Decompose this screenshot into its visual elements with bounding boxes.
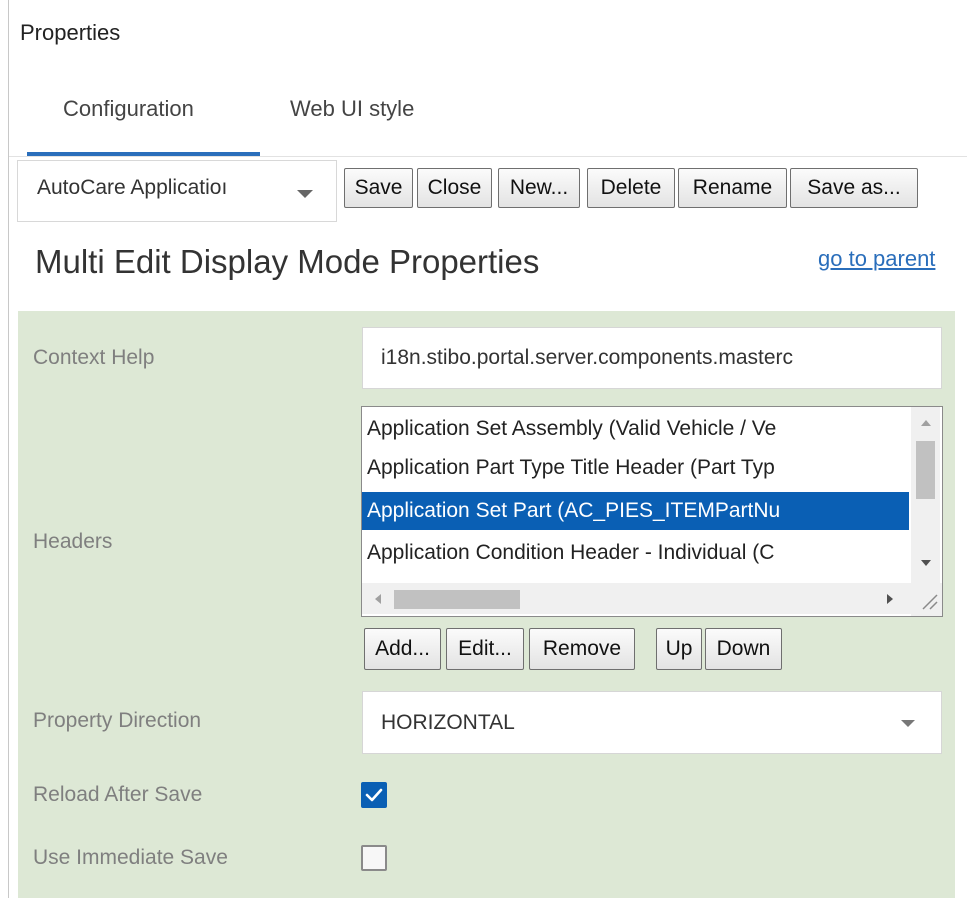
horizontal-scrollbar[interactable]: [362, 583, 911, 614]
context-help-label: Context Help: [33, 346, 155, 369]
vertical-scrollbar[interactable]: [911, 407, 940, 583]
list-item[interactable]: Application Set Assembly (Valid Vehicle …: [362, 410, 909, 448]
resize-handle[interactable]: [911, 583, 942, 616]
reload-after-save-checkbox[interactable]: [361, 782, 387, 808]
scroll-down-arrow-icon[interactable]: [921, 560, 931, 566]
property-direction-label: Property Direction: [33, 709, 202, 732]
use-immediate-save-checkbox[interactable]: [361, 845, 387, 871]
resize-grip-icon: [922, 594, 938, 610]
move-down-button[interactable]: Down: [705, 628, 782, 670]
scroll-left-arrow-icon[interactable]: [375, 594, 381, 604]
edit-header-button[interactable]: Edit...: [446, 628, 524, 670]
list-item[interactable]: Application Condition Header - Individua…: [362, 534, 909, 572]
chevron-down-icon: [901, 720, 915, 727]
new-button[interactable]: New...: [498, 168, 580, 208]
list-item[interactable]: Application Part Type Title Header (Part…: [362, 449, 909, 487]
add-header-button[interactable]: Add...: [364, 628, 441, 670]
move-up-button[interactable]: Up: [656, 628, 702, 670]
tab-web-ui-style[interactable]: Web UI style: [290, 96, 414, 122]
property-direction-value: HORIZONTAL: [381, 711, 515, 734]
panel-title: Properties: [20, 20, 121, 45]
reload-after-save-label: Reload After Save: [33, 783, 203, 806]
list-item-selected[interactable]: Application Set Part (AC_PIES_ITEMPartNu: [362, 492, 909, 530]
delete-button[interactable]: Delete: [587, 168, 675, 208]
close-button[interactable]: Close: [417, 168, 492, 208]
save-button[interactable]: Save: [344, 168, 413, 208]
chevron-down-icon: [297, 190, 313, 198]
rename-button[interactable]: Rename: [678, 168, 787, 208]
page-title: Multi Edit Display Mode Properties: [35, 243, 540, 280]
headers-label: Headers: [33, 530, 113, 553]
configuration-select-value: AutoCare Applicatioı: [37, 176, 228, 199]
tab-divider: [9, 156, 967, 157]
vertical-scroll-thumb[interactable]: [916, 441, 935, 499]
remove-header-button[interactable]: Remove: [529, 628, 635, 670]
scroll-right-arrow-icon[interactable]: [887, 594, 893, 604]
tab-configuration[interactable]: Configuration: [63, 96, 194, 122]
checkmark-icon: [365, 788, 383, 802]
property-direction-select[interactable]: HORIZONTAL: [362, 691, 942, 754]
context-help-field[interactable]: i18n.stibo.portal.server.components.mast…: [362, 327, 942, 389]
use-immediate-save-label: Use Immediate Save: [33, 846, 228, 869]
panel-left-border: [8, 0, 9, 898]
horizontal-scroll-thumb[interactable]: [394, 590, 520, 609]
scroll-up-arrow-icon[interactable]: [921, 420, 931, 426]
headers-listbox[interactable]: Application Set Assembly (Valid Vehicle …: [361, 406, 943, 617]
save-as-button[interactable]: Save as...: [790, 168, 918, 208]
go-to-parent-link[interactable]: go to parent: [818, 246, 935, 272]
